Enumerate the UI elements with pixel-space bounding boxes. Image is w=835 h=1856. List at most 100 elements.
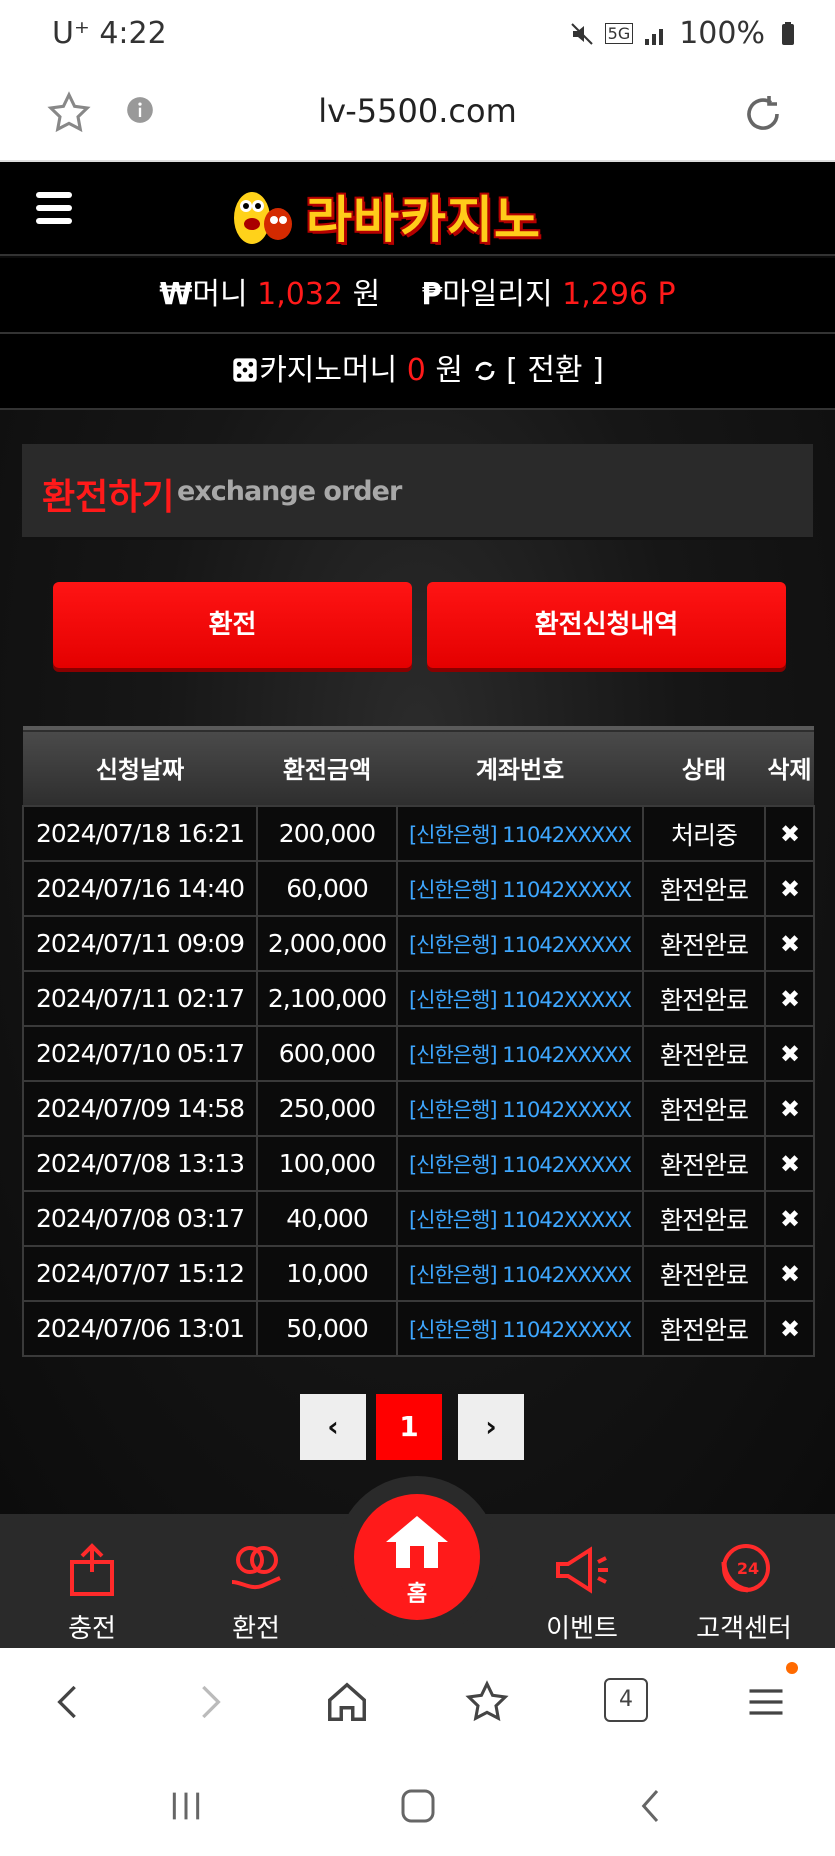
header-amount: 환전금액 <box>282 756 372 784</box>
table-row: 2024/07/16 14:40 60,000 [신한은행] 11042XXXXX 환… <box>22 860 815 917</box>
pagination-next-button[interactable]: › <box>458 1394 524 1460</box>
cell-account[interactable]: [신한은행] 11042XXXXX <box>396 1025 644 1082</box>
table-row: 2024/07/07 15:12 10,000 [신한은행] 11042XXXXX 환… <box>22 1245 815 1302</box>
battery-percent: 100% <box>679 16 765 51</box>
cell-amount: 2,100,000 <box>256 970 398 1027</box>
coins-hand-icon <box>231 1546 281 1590</box>
delete-row-button[interactable]: ✖ <box>764 805 815 862</box>
browser-home-icon[interactable] <box>324 1678 370 1726</box>
megaphone-icon <box>556 1546 608 1594</box>
site-logo[interactable]: 라바카지노 <box>226 172 616 249</box>
cell-date: 2024/07/10 05:17 <box>22 1025 258 1082</box>
delete-row-button[interactable]: ✖ <box>764 1025 815 1082</box>
cell-account[interactable]: [신한은행] 11042XXXXX <box>396 1300 644 1357</box>
dice-icon <box>233 358 257 382</box>
casino-money-label: 카지노머니 <box>259 353 398 388</box>
exchange-table: 신청날짜 환전금액 계좌번호 상태 삭제 2024/07/18 16:21 200… <box>22 726 815 1357</box>
pagination-prev-button[interactable]: ‹ <box>300 1394 366 1460</box>
cell-account[interactable]: [신한은행] 11042XXXXX <box>396 1080 644 1137</box>
cell-amount: 60,000 <box>256 860 398 917</box>
bookmarks-icon[interactable] <box>464 1678 510 1726</box>
home-button[interactable]: 홈 <box>354 1494 480 1620</box>
table-row: 2024/07/09 14:58 250,000 [신한은행] 11042XXXXX… <box>22 1080 815 1137</box>
nav-support[interactable]: 24 고객센터 <box>684 1542 804 1645</box>
peso-icon: ₱ <box>421 277 443 312</box>
battery-icon <box>782 21 794 45</box>
nav-support-label: 고객센터 <box>696 1614 792 1644</box>
reload-icon[interactable] <box>739 90 787 138</box>
recent-apps-icon[interactable] <box>166 1786 206 1826</box>
home-icon <box>386 1516 448 1568</box>
system-back-icon[interactable] <box>632 1786 672 1826</box>
exchange-button[interactable]: 환전 <box>53 582 412 668</box>
table-row: 2024/07/10 05:17 600,000 [신한은행] 11042XXXXX… <box>22 1025 815 1082</box>
casino-money-value: 0 <box>406 353 426 388</box>
cell-account[interactable]: [신한은행] 11042XXXXX <box>396 915 644 972</box>
section-title: 환전하기 <box>42 477 175 518</box>
cell-account[interactable]: [신한은행] 11042XXXXX <box>396 970 644 1027</box>
casino-money-unit: 원 <box>435 353 463 388</box>
delete-row-button[interactable]: ✖ <box>764 1135 815 1192</box>
delete-row-button[interactable]: ✖ <box>764 970 815 1027</box>
convert-button[interactable]: [ 전환 ] <box>506 353 604 388</box>
nav-exchange[interactable]: 환전 <box>196 1542 316 1645</box>
delete-row-button[interactable]: ✖ <box>764 1190 815 1247</box>
cell-amount: 600,000 <box>256 1025 398 1082</box>
refresh-icon[interactable] <box>473 359 497 383</box>
browser-toolbar: 4 <box>0 1648 835 1756</box>
cell-date: 2024/07/06 13:01 <box>22 1300 258 1357</box>
delete-row-button[interactable]: ✖ <box>764 1245 815 1302</box>
status-icons: 5G 100% <box>569 16 801 51</box>
url-text[interactable]: lv-5500.com <box>0 92 835 130</box>
forward-icon[interactable] <box>190 1678 230 1726</box>
cell-account[interactable]: [신한은행] 11042XXXXX <box>396 1135 644 1192</box>
exchange-history-button[interactable]: 환전신청내역 <box>427 582 786 668</box>
home-label: 홈 <box>406 1582 428 1607</box>
money-label: 머니 <box>192 277 248 312</box>
cell-amount: 10,000 <box>256 1245 398 1302</box>
header-delete: 삭제 <box>767 756 812 784</box>
cell-account[interactable]: [신한은행] 11042XXXXX <box>396 805 644 862</box>
pagination-page-1[interactable]: 1 <box>376 1394 442 1460</box>
logo-text: 라바카지노 <box>306 191 541 249</box>
system-home-icon[interactable] <box>398 1786 438 1826</box>
won-icon: ₩ <box>159 277 193 312</box>
cell-date: 2024/07/16 14:40 <box>22 860 258 917</box>
tabs-button[interactable]: 4 <box>604 1678 648 1722</box>
cell-status: 처리중 <box>642 805 766 862</box>
table-row: 2024/07/11 02:17 2,100,000 [신한은행] 11042XXX… <box>22 970 815 1027</box>
nav-charge-label: 충전 <box>68 1614 116 1644</box>
support-24-icon: 24 <box>721 1544 770 1593</box>
cell-account[interactable]: [신한은행] 11042XXXXX <box>396 1245 644 1302</box>
nav-exchange-label: 환전 <box>232 1614 280 1644</box>
status-bar: U⁺ 4:22 5G 100% <box>0 0 835 72</box>
table-row: 2024/07/06 13:01 50,000 [신한은행] 11042XXXXX 환… <box>22 1300 815 1357</box>
nav-charge[interactable]: 충전 <box>32 1542 152 1645</box>
network-type: 5G <box>604 23 634 44</box>
delete-row-button[interactable]: ✖ <box>764 1300 815 1357</box>
table-row: 2024/07/11 09:09 2,000,000 [신한은행] 11042XXX… <box>22 915 815 972</box>
home-button-ring: 홈 <box>336 1476 498 1638</box>
nav-event-label: 이벤트 <box>546 1614 618 1644</box>
delete-row-button[interactable]: ✖ <box>764 860 815 917</box>
cell-date: 2024/07/07 15:12 <box>22 1245 258 1302</box>
cell-date: 2024/07/08 13:13 <box>22 1135 258 1192</box>
menu-icon[interactable] <box>36 192 72 224</box>
money-value: 1,032 <box>257 277 344 312</box>
site-header: 라바카지노 <box>0 162 835 256</box>
cell-date: 2024/07/18 16:21 <box>22 805 258 862</box>
cell-account[interactable]: [신한은행] 11042XXXXX <box>396 860 644 917</box>
silent-icon <box>570 22 593 45</box>
status-carrier-time: U⁺ 4:22 <box>52 16 167 51</box>
cell-amount: 200,000 <box>256 805 398 862</box>
table-row: 2024/07/18 16:21 200,000 [신한은행] 11042XXXXX… <box>22 805 815 862</box>
browser-menu-icon[interactable] <box>744 1678 788 1726</box>
cell-status: 환전완료 <box>642 1245 766 1302</box>
charge-icon <box>70 1543 114 1596</box>
back-icon[interactable] <box>48 1678 88 1726</box>
delete-row-button[interactable]: ✖ <box>764 1080 815 1137</box>
delete-row-button[interactable]: ✖ <box>764 915 815 972</box>
cell-status: 환전완료 <box>642 1080 766 1137</box>
cell-account[interactable]: [신한은행] 11042XXXXX <box>396 1190 644 1247</box>
nav-event[interactable]: 이벤트 <box>522 1542 642 1645</box>
